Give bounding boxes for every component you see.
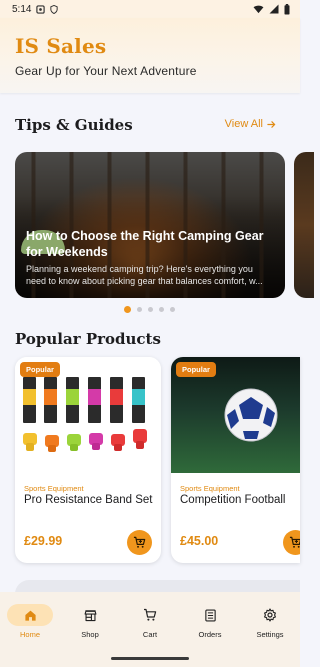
home-icon xyxy=(24,610,36,621)
view-all-link[interactable]: View All xyxy=(225,118,276,130)
view-all-label: View All xyxy=(224,118,263,130)
nav-item-settings[interactable]: Settings xyxy=(240,592,300,667)
product-name: Competition Football xyxy=(180,494,286,506)
bottom-nav: Home Shop Cart Orders Settings xyxy=(0,592,300,667)
nav-item-orders[interactable]: Orders xyxy=(180,592,240,667)
pager-dot[interactable] xyxy=(148,307,153,312)
status-time: 5:14 xyxy=(12,3,32,15)
add-to-cart-button[interactable] xyxy=(283,530,300,555)
guide-card-next[interactable] xyxy=(294,152,314,298)
product-card[interactable]: Popular Sports Equipment Competition Foo… xyxy=(171,357,300,563)
nav-item-cart[interactable]: Cart xyxy=(120,592,180,667)
popular-section-title: Popular Products xyxy=(15,330,161,348)
nav-label-home: Home xyxy=(19,630,40,639)
add-to-cart-icon xyxy=(289,536,300,548)
nav-label-settings: Settings xyxy=(256,630,284,639)
product-name: Pro Resistance Band Set xyxy=(24,494,153,506)
product-card[interactable]: Popular Sports Equipment Pro Resistance … xyxy=(15,357,161,563)
wifi-icon xyxy=(253,5,264,13)
battery-icon xyxy=(284,3,290,14)
notification-icon xyxy=(36,4,46,14)
popular-badge: Popular xyxy=(20,362,60,377)
nav-label-cart: Cart xyxy=(142,630,158,639)
pager-dot[interactable] xyxy=(159,307,164,312)
status-bar: 5:14 xyxy=(0,0,300,18)
store-icon xyxy=(84,609,96,621)
add-to-cart-icon xyxy=(133,536,146,548)
product-price: £45.00 xyxy=(180,534,219,548)
app-header: IS Sales Gear Up for Your Next Adventure xyxy=(0,18,300,93)
pager-dot[interactable] xyxy=(124,306,131,313)
gear-icon xyxy=(264,608,276,622)
nav-label-orders: Orders xyxy=(198,630,222,639)
home-indicator xyxy=(111,657,189,660)
guide-card[interactable]: How to Choose the Right Camping Gear for… xyxy=(15,152,285,298)
receipt-icon xyxy=(204,609,216,621)
cart-icon xyxy=(144,608,157,621)
product-price: £29.99 xyxy=(24,534,63,548)
carousel-pager xyxy=(124,306,175,313)
nav-item-shop[interactable]: Shop xyxy=(60,592,120,667)
nav-label-shop: Shop xyxy=(81,630,99,639)
guide-description: Planning a weekend camping trip? Here's … xyxy=(26,264,263,286)
add-to-cart-button[interactable] xyxy=(127,530,152,555)
app-subtitle: Gear Up for Your Next Adventure xyxy=(15,64,197,78)
tips-section-title: Tips & Guides xyxy=(15,116,133,134)
pager-dot[interactable] xyxy=(170,307,175,312)
arrow-right-icon xyxy=(267,120,276,128)
guide-title: How to Choose the Right Camping Gear for… xyxy=(26,229,264,259)
vpn-icon xyxy=(50,4,59,14)
signal-icon xyxy=(269,4,279,14)
nav-item-home[interactable]: Home xyxy=(0,592,60,667)
popular-badge: Popular xyxy=(176,362,216,377)
app-title: IS Sales xyxy=(15,34,107,58)
pager-dot[interactable] xyxy=(137,307,142,312)
